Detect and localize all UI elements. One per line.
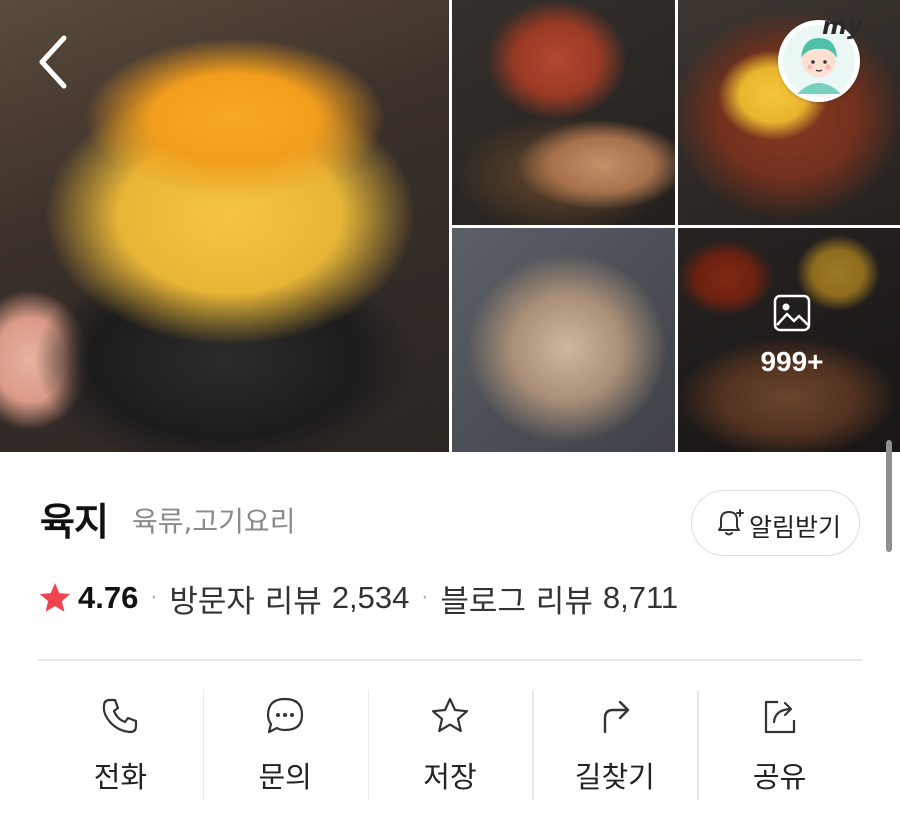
separator-dot: ·	[150, 585, 158, 611]
save-button[interactable]: 저장	[367, 690, 533, 800]
visitor-review-link[interactable]: 방문자 리뷰	[169, 576, 321, 621]
my-badge: my	[822, 12, 863, 40]
divider	[38, 659, 862, 661]
place-category: 육류,고기요리	[132, 505, 296, 538]
rating-row: 4.76 · 방문자 리뷰 2,534 · 블로그 리뷰 8,711	[38, 576, 678, 621]
chat-icon	[263, 694, 307, 738]
place-name: 육지	[40, 500, 109, 544]
photo-gallery: 999+ my	[0, 0, 900, 452]
star-filled-icon	[38, 581, 72, 615]
save-label: 저장	[423, 760, 477, 794]
inquiry-button[interactable]: 문의	[202, 690, 368, 800]
photo-thumbnail-3[interactable]	[452, 228, 675, 452]
share-label: 공유	[752, 760, 807, 794]
blog-review-link[interactable]: 블로그 리뷰	[440, 576, 592, 621]
directions-button[interactable]: 길찾기	[532, 690, 697, 800]
share-button[interactable]: 공유	[697, 690, 862, 800]
separator-dot: ·	[421, 585, 429, 611]
photo-thumbnail-1[interactable]	[452, 0, 675, 225]
more-photos-overlay[interactable]	[678, 228, 900, 452]
more-photos-count: 999+	[760, 346, 824, 377]
directions-icon	[593, 694, 637, 738]
blog-review-count[interactable]: 8,711	[603, 580, 678, 616]
visitor-review-count[interactable]: 2,534	[332, 580, 410, 616]
phone-icon	[98, 694, 142, 738]
action-bar: 전화 문의 저장 길찾기 공유	[38, 690, 862, 800]
notify-label: 알림받기	[749, 513, 842, 542]
bell-plus-icon	[712, 505, 746, 539]
star-outline-icon	[428, 694, 472, 738]
back-button[interactable]	[30, 32, 78, 92]
directions-label: 길찾기	[574, 760, 655, 794]
call-label: 전화	[93, 760, 148, 794]
chevron-left-icon	[39, 35, 67, 89]
share-icon	[758, 694, 802, 738]
call-button[interactable]: 전화	[38, 690, 203, 800]
rating-value: 4.76	[78, 580, 139, 615]
image-gallery-icon	[772, 293, 812, 333]
inquiry-label: 문의	[258, 760, 312, 794]
scrollbar-thumb[interactable]	[886, 440, 892, 552]
